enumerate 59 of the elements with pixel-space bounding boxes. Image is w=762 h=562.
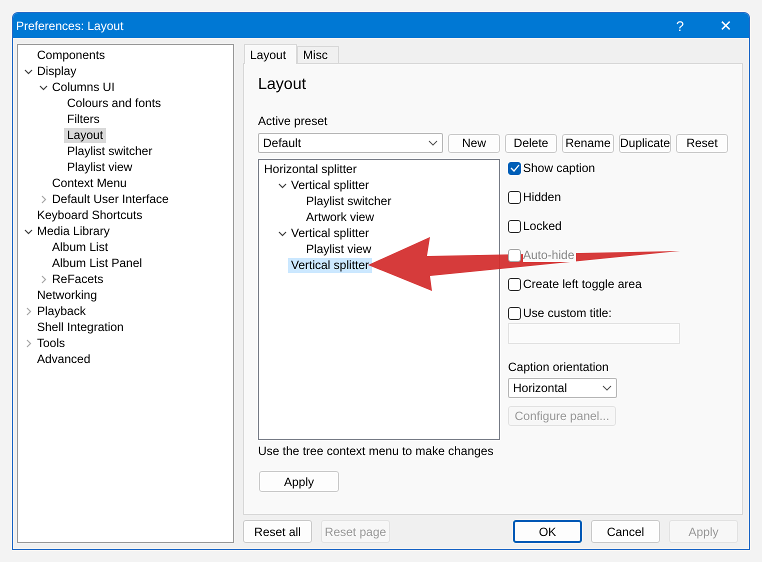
- tab[interactable]: Misc: [297, 46, 339, 63]
- orientation-dropdown[interactable]: Horizontal: [508, 378, 617, 398]
- tree-item[interactable]: Networking: [34, 288, 100, 302]
- tree-item[interactable]: Album List: [49, 240, 112, 254]
- tree-item[interactable]: Playback: [34, 304, 89, 318]
- preset-button[interactable]: Rename: [562, 134, 614, 152]
- dialog-button[interactable]: OK: [513, 520, 582, 543]
- preset-button[interactable]: Reset: [676, 134, 728, 152]
- preset-dropdown[interactable]: Default: [258, 133, 443, 153]
- tree-item[interactable]: Components: [34, 48, 108, 62]
- tree-item[interactable]: Horizontal splitter: [261, 162, 360, 176]
- orientation-label: Caption orientation: [508, 360, 609, 374]
- chevron-icon: [602, 385, 612, 391]
- hint-text: Use the tree context menu to make changes: [258, 444, 494, 458]
- checkbox[interactable]: [508, 162, 521, 174]
- tree-item[interactable]: Layout: [64, 128, 106, 142]
- tree-item[interactable]: Media Library: [34, 224, 113, 238]
- checkbox[interactable]: [508, 306, 521, 320]
- tree-item[interactable]: Playlist switcher: [303, 194, 394, 208]
- checkbox-option[interactable]: Locked: [508, 217, 564, 235]
- tree-item[interactable]: Album List Panel: [49, 256, 146, 270]
- checkbox-option[interactable]: Create left toggle area: [508, 275, 644, 293]
- preset-button[interactable]: Duplicate: [619, 134, 671, 152]
- checkbox-option[interactable]: Use custom title:: [508, 304, 614, 322]
- tree-item[interactable]: Filters: [64, 112, 103, 126]
- tree-item[interactable]: Vertical splitter: [288, 258, 372, 272]
- tree-item[interactable]: Default User Interface: [49, 192, 172, 206]
- window-title: Preferences: Layout: [16, 18, 124, 32]
- tree-item[interactable]: Keyboard Shortcuts: [34, 208, 146, 222]
- checkbox[interactable]: [508, 220, 521, 232]
- tree-item[interactable]: Context Menu: [49, 176, 130, 190]
- preset-label: Active preset: [258, 114, 328, 128]
- tree-item[interactable]: Display: [34, 64, 80, 78]
- tree-item[interactable]: Vertical splitter: [288, 178, 372, 192]
- help-button[interactable]: ?: [657, 13, 703, 38]
- tree-item[interactable]: Vertical splitter: [288, 226, 372, 240]
- tree-item[interactable]: Colours and fonts: [64, 96, 164, 110]
- tree-item[interactable]: Tools: [34, 336, 68, 350]
- close-button[interactable]: ✕: [703, 13, 749, 38]
- tree-item[interactable]: Artwork view: [303, 210, 378, 224]
- dialog-button[interactable]: Cancel: [591, 520, 660, 543]
- checkbox[interactable]: [508, 278, 521, 290]
- tree-item[interactable]: Playlist view: [303, 242, 374, 256]
- dialog-button[interactable]: Reset all: [243, 520, 312, 543]
- page-heading: Layout: [258, 76, 308, 94]
- checkbox-option[interactable]: Hidden: [508, 188, 564, 206]
- preset-button[interactable]: New: [448, 134, 500, 152]
- tree-item[interactable]: Playlist view: [64, 160, 136, 174]
- tree-item[interactable]: Columns UI: [49, 80, 118, 94]
- checkbox[interactable]: [508, 190, 521, 204]
- chevron-icon: [428, 140, 438, 146]
- tab[interactable]: Layout: [244, 44, 298, 64]
- apply-button[interactable]: Apply: [259, 471, 339, 492]
- tree-item[interactable]: ReFacets: [49, 272, 106, 286]
- tree-item[interactable]: Playlist switcher: [64, 144, 156, 158]
- tree-item[interactable]: Advanced: [34, 352, 94, 366]
- checkbox-option[interactable]: Show caption: [508, 159, 598, 177]
- tree-item[interactable]: Shell Integration: [34, 320, 127, 334]
- preset-button[interactable]: Delete: [505, 134, 557, 152]
